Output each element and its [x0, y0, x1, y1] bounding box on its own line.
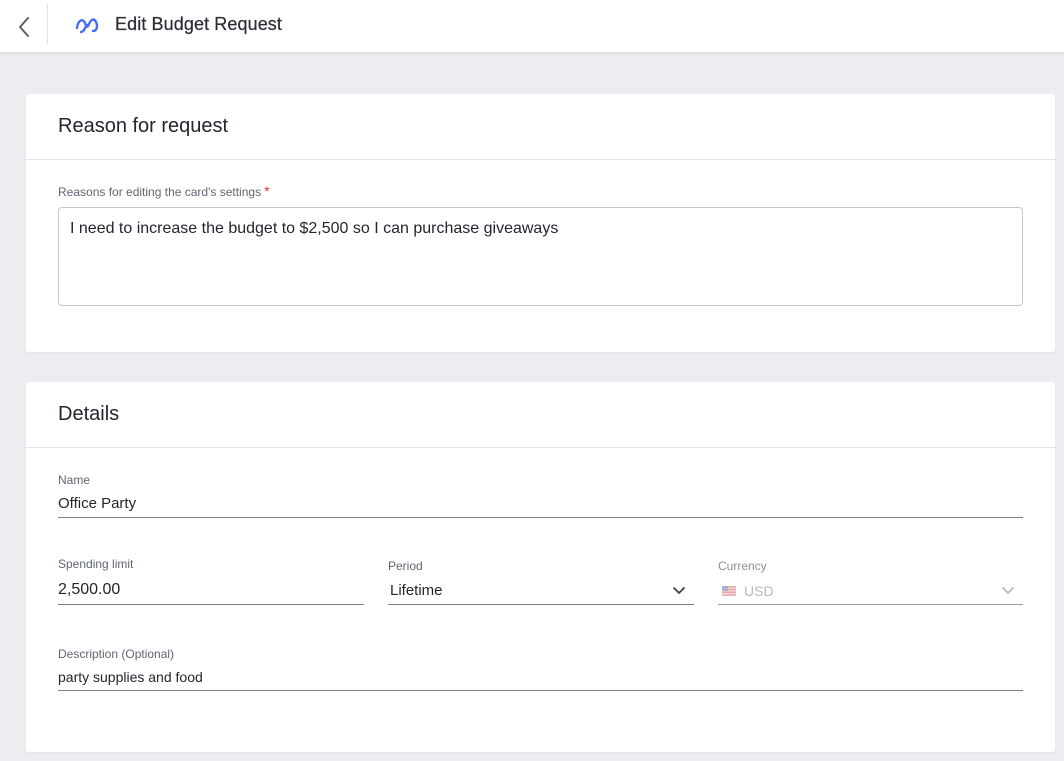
top-bar: Edit Budget Request: [0, 0, 1064, 53]
description-input[interactable]: party supplies and food: [58, 665, 1023, 691]
brand-logo-icon: [75, 18, 99, 34]
reason-field-label: Reasons for editing the card's settings *: [58, 183, 270, 199]
name-input[interactable]: Office Party: [58, 490, 1023, 518]
period-value: Lifetime: [390, 582, 443, 599]
currency-label: Currency: [718, 559, 767, 573]
name-label: Name: [58, 473, 91, 487]
chevron-left-icon: [18, 16, 29, 37]
currency-select: USD: [718, 574, 1023, 605]
details-card-title: Details: [58, 403, 120, 425]
chevron-down-icon: [1002, 587, 1014, 594]
period-label: Period: [388, 559, 423, 573]
period-select[interactable]: Lifetime: [388, 574, 694, 605]
details-card-header: Details: [26, 382, 1055, 448]
spending-limit-input[interactable]: 2,500.00: [58, 574, 364, 605]
page-title: Edit Budget Request: [115, 14, 283, 34]
spending-limit-value: 2,500.00: [58, 581, 121, 598]
details-card: Details Name Office Party Spending limit…: [26, 382, 1055, 752]
description-value: party supplies and food: [58, 669, 203, 685]
reason-card-header: Reason for request: [26, 94, 1055, 160]
back-button[interactable]: [0, 0, 47, 53]
description-label: Description (Optional): [58, 647, 175, 661]
top-bar-divider: [47, 4, 48, 44]
currency-value: USD: [744, 583, 774, 599]
chevron-down-icon: [673, 587, 685, 594]
reason-textarea[interactable]: I need to increase the budget to $2,500 …: [58, 207, 1023, 306]
required-marker: *: [264, 183, 270, 199]
reason-card: Reason for request Reasons for editing t…: [26, 94, 1055, 352]
name-value: Office Party: [58, 495, 137, 512]
reason-field-label-text: Reasons for editing the card's settings: [58, 185, 262, 199]
reason-card-title: Reason for request: [58, 115, 229, 137]
us-flag-icon: [722, 586, 736, 596]
spending-limit-label: Spending limit: [58, 557, 134, 571]
reason-textarea-value: I need to increase the budget to $2,500 …: [70, 220, 559, 237]
